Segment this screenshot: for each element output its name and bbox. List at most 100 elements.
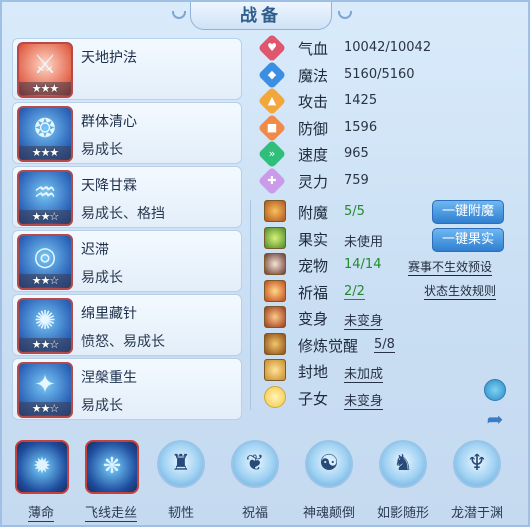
stat-value: 1425 [344, 93, 378, 108]
cultivation-icon [264, 332, 286, 355]
pet-preset-link[interactable]: 赛事不生效预设 [408, 258, 493, 276]
skill-tags: 愤怒、易成长 [81, 334, 165, 350]
bottom-slot[interactable]: ♆ 龙潜于渊 [442, 436, 512, 527]
cultivation-label: 修炼觉醒 [298, 336, 359, 355]
stat-value: 1596 [344, 119, 378, 135]
status-rules-link[interactable]: 状态生效规则 [424, 282, 497, 300]
stat-value: 10042/10042 [344, 40, 432, 55]
divider [250, 200, 251, 410]
fruit-value: 未使用 [344, 234, 384, 250]
pet-value: 14/14 [344, 257, 382, 272]
bottom-slot-label: 韧性 [167, 506, 194, 521]
skill-list: ⚔ ★★★ 天地护法 ❂ ★★★ 群体清心 易成长 ♒ ★★☆ 天降甘霖 易成长、格挡… [12, 38, 242, 422]
blessing-value[interactable]: 2/2 [344, 284, 365, 300]
seal-label: 封地 [298, 363, 329, 381]
title-ornament-right [338, 11, 352, 19]
skill-name: 绵里藏针 [81, 306, 137, 322]
stat-value: 759 [344, 172, 369, 188]
stat-row: ◆ 魔法 5160/5160 [257, 60, 522, 89]
one-key-enchant-button[interactable]: 一键附魔 [432, 200, 504, 224]
skill-name: 天地护法 [81, 50, 137, 66]
blessing-icon[interactable]: ❦ [231, 440, 279, 488]
stat-value: 965 [344, 146, 369, 161]
fruit-icon [264, 226, 286, 249]
child-value[interactable]: 未变身 [344, 390, 384, 410]
equip-panel: 附魔 5/5 果实 未使用 宠物 14/14 祈福 2/2 变身 未变身 修炼觉… [260, 198, 522, 410]
enchant-value: 5/5 [344, 204, 365, 219]
skill-name: 迟滞 [81, 242, 109, 258]
seal-row: 封地 未加成 [260, 357, 522, 384]
refresh-icon[interactable] [484, 379, 506, 401]
blessing-label: 祈福 [298, 283, 329, 302]
share-icon[interactable]: ➦ [482, 408, 508, 430]
bottom-slot[interactable]: ♞ 如影随形 [368, 436, 438, 527]
transform-icon [264, 306, 286, 328]
skill-item[interactable]: ⚔ ★★★ 天地护法 [12, 38, 242, 100]
skill-item[interactable]: ◎ ★★☆ 迟滞 易成长 [12, 230, 242, 292]
star-burst-icon[interactable]: ✹ [15, 440, 69, 494]
seal-value[interactable]: 未加成 [344, 363, 384, 383]
pet-label: 宠物 [298, 257, 329, 275]
stat-label: 气血 [298, 40, 329, 58]
stat-value: 5160/5160 [344, 66, 415, 82]
pet-icon [264, 253, 286, 275]
transform-value[interactable]: 未变身 [344, 310, 384, 330]
spirit-icon[interactable]: ❂ ★★★ [17, 106, 73, 162]
sword-icon[interactable]: ⚔ ★★★ [17, 42, 73, 98]
attack-icon: ▲ [257, 86, 287, 116]
child-row: 子女 未变身 [260, 384, 522, 411]
enchant-label: 附魔 [298, 204, 329, 222]
stat-row: ■ 防御 1596 [257, 113, 522, 142]
dragon-icon[interactable]: ♆ [453, 440, 501, 488]
bottom-slot-label: 薄命 [27, 506, 54, 522]
blessing-icon [264, 279, 286, 302]
title-ornament-left [172, 11, 186, 19]
stats-panel: ♥ 气血 10042/10042 ◆ 魔法 5160/5160 ▲ 攻击 142… [257, 33, 522, 195]
one-key-fruit-button[interactable]: 一键果实 [432, 228, 504, 252]
rain-icon[interactable]: ♒ ★★☆ [17, 170, 73, 226]
cultivation-row: 修炼觉醒 5/8 [260, 331, 522, 358]
stat-row: ✚ 灵力 759 [257, 166, 522, 195]
skill-item[interactable]: ❂ ★★★ 群体清心 易成长 [12, 102, 242, 164]
golem-icon[interactable]: ♜ [157, 440, 205, 488]
speed-icon: » [257, 139, 287, 169]
skill-tags: 易成长 [81, 398, 123, 414]
stat-row: ▲ 攻击 1425 [257, 86, 522, 116]
stat-label: 攻击 [298, 93, 329, 111]
child-icon [264, 385, 286, 408]
bottom-slot[interactable]: ♜ 韧性 [146, 436, 216, 527]
bottom-skill-bar: ✹ 薄命 ❋ 飞线走丝 ♜ 韧性 ❦ 祝福 ☯ 神魂颠倒 ♞ 如影随形 ♆ 龙潜… [2, 436, 530, 527]
diamond-icon: ◆ [257, 60, 287, 89]
enchant-icon [264, 200, 286, 222]
bottom-slot-label: 龙潜于渊 [450, 506, 503, 521]
panel-title: 战备 [190, 2, 332, 30]
silk-icon[interactable]: ❋ [85, 440, 139, 494]
shadow-icon[interactable]: ♞ [379, 440, 427, 488]
soul-icon[interactable]: ☯ [305, 440, 353, 488]
skill-item[interactable]: ✦ ★★☆ 涅槃重生 易成长 [12, 358, 242, 420]
bottom-slot[interactable]: ☯ 神魂颠倒 [294, 436, 364, 527]
skill-name: 群体清心 [81, 114, 137, 130]
bottom-slot[interactable]: ✹ 薄命 [6, 436, 76, 527]
bottom-slot-label: 如影随形 [376, 506, 429, 521]
needle-icon[interactable]: ✺ ★★☆ [17, 298, 73, 354]
skill-tags: 易成长 [81, 142, 123, 158]
skill-name: 天降甘霖 [81, 178, 137, 194]
bottom-slot[interactable]: ❦ 祝福 [220, 436, 290, 527]
stat-label: 灵力 [298, 172, 329, 191]
cultivation-value[interactable]: 5/8 [374, 337, 395, 353]
transform-row: 变身 未变身 [260, 304, 522, 331]
stat-label: 速度 [298, 146, 329, 164]
shield-icon: ■ [257, 113, 287, 142]
stat-label: 魔法 [298, 66, 329, 85]
skill-item[interactable]: ♒ ★★☆ 天降甘霖 易成长、格挡 [12, 166, 242, 228]
bottom-slot[interactable]: ❋ 飞线走丝 [76, 436, 146, 527]
heart-icon: ♥ [257, 33, 287, 63]
stat-row: » 速度 965 [257, 139, 522, 169]
battle-prep-panel: 战备 ⚔ ★★★ 天地护法 ❂ ★★★ 群体清心 易成长 ♒ ★★☆ 天降甘霖 易成长… [0, 0, 530, 527]
slow-icon[interactable]: ◎ ★★☆ [17, 234, 73, 290]
stat-label: 防御 [298, 119, 329, 138]
skill-item[interactable]: ✺ ★★☆ 绵里藏针 愤怒、易成长 [12, 294, 242, 356]
bottom-slot-label: 祝福 [241, 506, 268, 521]
rebirth-icon[interactable]: ✦ ★★☆ [17, 362, 73, 418]
